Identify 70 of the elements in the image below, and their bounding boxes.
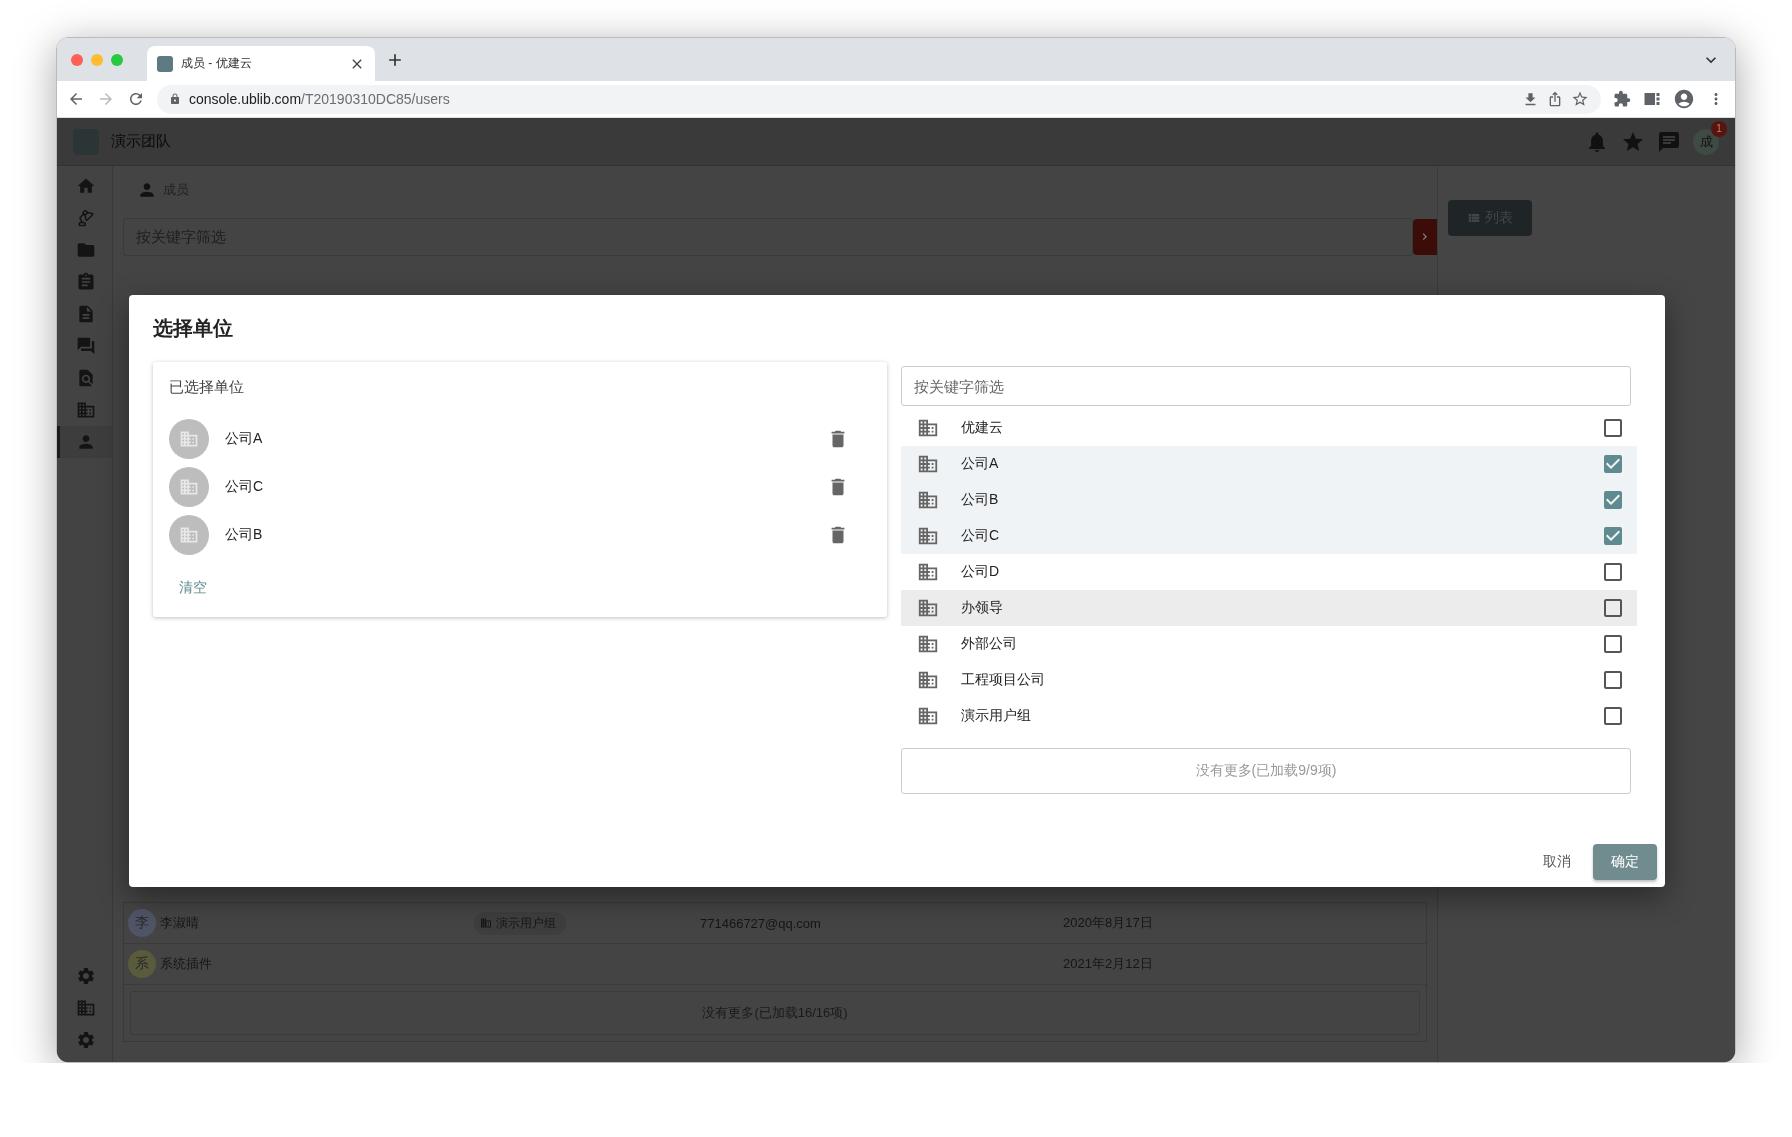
bookmark-star-icon[interactable]: [1571, 90, 1589, 108]
building-icon: [917, 561, 939, 583]
checkbox[interactable]: [1601, 668, 1625, 692]
unit-name: 公司B: [961, 491, 1000, 509]
checkbox[interactable]: [1601, 524, 1625, 548]
unit-row[interactable]: 演示用户组: [901, 698, 1637, 734]
profile-icon[interactable]: [1673, 88, 1695, 110]
unit-name: 演示用户组: [961, 707, 1032, 725]
building-icon: [917, 489, 939, 511]
share-icon[interactable]: [1547, 91, 1563, 107]
building-icon: [480, 917, 492, 929]
filter-field[interactable]: 按关键字筛选: [901, 366, 1631, 406]
url-text: console.ublib.com/T20190310DC85/users: [189, 91, 450, 107]
unit-name: 公司A: [961, 455, 1000, 473]
lock-icon: [169, 93, 181, 105]
building-avatar: [169, 467, 209, 507]
checkbox[interactable]: [1601, 416, 1625, 440]
unit-name: 办领导: [961, 599, 1004, 617]
close-light-icon[interactable]: [71, 53, 83, 66]
unit-row[interactable]: 公司C: [901, 518, 1637, 554]
checkbox[interactable]: [1601, 560, 1625, 584]
dialog-title: 选择单位: [153, 316, 234, 341]
list-icon: [1467, 211, 1481, 225]
favicon-icon: [157, 55, 173, 72]
unit-name: 外部公司: [961, 635, 1018, 653]
forward-icon[interactable]: [97, 90, 115, 108]
checkbox[interactable]: [1601, 452, 1625, 476]
building-icon: [917, 417, 939, 439]
puzzle-icon[interactable]: [1613, 90, 1631, 108]
checkbox[interactable]: [1601, 596, 1625, 620]
unit-name: 公司C: [961, 527, 1001, 545]
unit-row[interactable]: 公司A: [901, 446, 1637, 482]
cancel-button[interactable]: 取消: [1529, 845, 1585, 879]
unit-row[interactable]: 办领导: [901, 590, 1637, 626]
chat-icon[interactable]: [1657, 129, 1681, 154]
unit-name: 公司A: [225, 430, 264, 448]
unit-row[interactable]: 公司D: [901, 554, 1637, 590]
building-icon: [917, 597, 939, 619]
confirm-button[interactable]: 确定: [1593, 844, 1657, 880]
checkbox[interactable]: [1601, 632, 1625, 656]
side-panel-icon[interactable]: [1643, 90, 1661, 108]
notification-badge: 1: [1711, 120, 1727, 137]
building-avatar: [169, 419, 209, 459]
clear-button[interactable]: 清空: [169, 573, 217, 603]
person-icon[interactable]: [57, 426, 112, 458]
building-icon: [917, 453, 939, 475]
checkbox[interactable]: [1601, 704, 1625, 728]
unit-row[interactable]: 公司B: [901, 482, 1637, 518]
unit-name: 优建云: [961, 419, 1004, 437]
building-icon: [917, 669, 939, 691]
unit-name: 工程项目公司: [961, 671, 1046, 689]
unit-row[interactable]: 优建云: [901, 410, 1637, 446]
building-icon: [917, 705, 939, 727]
building-icon: [917, 633, 939, 655]
member-avatar: 李: [128, 909, 156, 937]
building-icon: [917, 525, 939, 547]
unit-name: 公司C: [225, 478, 265, 496]
unit-name: 公司B: [225, 526, 264, 544]
tab-title: 成员 - 优建云: [181, 55, 253, 72]
unit-row[interactable]: 工程项目公司: [901, 662, 1637, 698]
zoom-light-icon[interactable]: [111, 53, 123, 66]
load-more-footer: 没有更多(已加载9/9项): [901, 748, 1631, 794]
address-bar[interactable]: console.ublib.com/T20190310DC85/users: [157, 84, 1601, 114]
card-heading: 已选择单位: [169, 378, 245, 397]
building-avatar: [169, 515, 209, 555]
browser-tab[interactable]: 成员 - 优建云: [147, 46, 375, 81]
unit-name: 公司D: [961, 563, 1001, 581]
unit-row[interactable]: 外部公司: [901, 626, 1637, 662]
reload-icon[interactable]: [127, 90, 145, 108]
checkbox[interactable]: [1601, 488, 1625, 512]
